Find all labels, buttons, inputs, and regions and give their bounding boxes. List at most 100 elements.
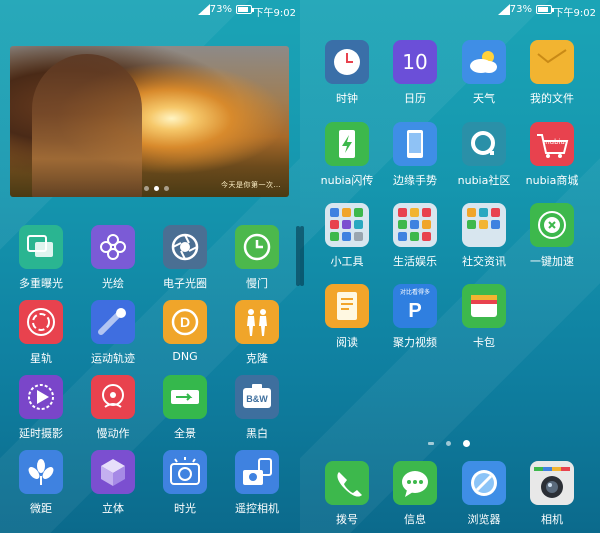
app-label: 小工具 [330,255,364,268]
app-dng[interactable]: D DNG [149,300,221,363]
app-panorama[interactable]: 全景 [149,375,221,441]
app-black-white[interactable]: B&W 黑白 [221,375,293,441]
app-label: 卡包 [473,336,495,349]
app-macro[interactable]: 微距 [5,450,77,516]
calendar-date: 10 [402,50,428,74]
app-label: 阅读 [336,336,358,349]
app-multi-exposure[interactable]: 多重曝光 [5,225,77,291]
svg-text:D: D [180,314,190,330]
app-label: 聚力视频 [393,336,437,349]
app-time-lapse[interactable]: 延时摄影 [5,375,77,441]
app-time[interactable]: 时光 [149,450,221,516]
battery-percent: 73% [509,4,532,15]
page-dot [428,442,434,445]
app-motion-trail[interactable]: 运动轨迹 [77,300,149,366]
dng-icon: D [163,300,207,344]
page-indicator[interactable] [428,440,470,447]
dock-messages[interactable]: 信息 [379,461,451,527]
slow-motion-icon [91,375,135,419]
shop-icon: nubia [530,122,574,166]
phone-icon [325,461,369,505]
clone-icon [235,300,279,344]
app-boost[interactable]: 一键加速 [516,203,588,269]
app-label: 延时摄影 [19,427,63,440]
app-label: 遥控相机 [235,502,279,515]
browser-icon [462,461,506,505]
multi-exposure-icon [19,225,63,269]
life-folder-icon [393,203,437,247]
page-dot-active [463,440,470,447]
app-label: DNG [172,350,198,363]
dock-browser[interactable]: 浏览器 [448,461,520,527]
app-label: 拨号 [336,513,358,526]
home-screen-right: 73% 下午9:02 时钟 10 日历 天气 我的文件 nubia闪传 边缘手势… [300,0,600,533]
folder-icon [530,40,574,84]
app-pptv[interactable]: 对比看得多 P 聚力视频 [379,284,451,350]
community-icon [462,122,506,166]
app-label: 社交资讯 [462,255,506,268]
photo-dot [164,186,169,191]
app-star-trail[interactable]: 星轨 [5,300,77,366]
battery-icon [236,5,254,14]
status-bar: 73% 下午9:02 [300,0,600,20]
slow-shutter-icon [235,225,279,269]
photo-page-dots [144,186,169,191]
signal-icon [198,4,210,15]
app-shop[interactable]: nubia nubia商城 [516,122,588,188]
app-slow-motion[interactable]: 慢动作 [77,375,149,441]
app-edge-gesture[interactable]: 边缘手势 [379,122,451,188]
app-aperture[interactable]: 电子光圈 [149,225,221,291]
3d-icon [91,450,135,494]
dock-camera[interactable]: 相机 [516,461,588,527]
signal-icon [498,4,510,15]
photo-widget[interactable]: 今天是你第一次… [10,46,289,197]
app-label: 浏览器 [467,513,501,526]
app-calendar[interactable]: 10 日历 [379,40,451,106]
app-remote-camera[interactable]: 遥控相机 [221,450,293,516]
page-dot [446,441,451,446]
flash-transfer-icon [325,122,369,166]
photo-caption: 今天是你第一次… [221,181,281,189]
panorama-icon [163,375,207,419]
photo-subject [32,54,142,197]
app-wallet[interactable]: 卡包 [448,284,520,350]
edge-handle[interactable] [300,226,304,286]
app-label: 克隆 [246,352,268,365]
app-label: 天气 [473,92,495,105]
weather-icon [462,40,506,84]
app-reading[interactable]: 阅读 [311,284,383,350]
app-flash-transfer[interactable]: nubia闪传 [311,122,383,188]
time-icon [163,450,207,494]
tools-folder-icon [325,203,369,247]
app-label: 信息 [404,513,426,526]
boost-icon [530,203,574,247]
app-label: 微距 [30,502,52,515]
remote-camera-icon [235,450,279,494]
app-label: 慢动作 [96,427,130,440]
app-clone[interactable]: 克隆 [221,300,293,366]
app-clock[interactable]: 时钟 [311,40,383,106]
battery-icon [536,5,554,14]
app-my-files[interactable]: 我的文件 [516,40,588,106]
motion-trail-icon [91,300,135,344]
app-light-painting[interactable]: 光绘 [77,225,149,291]
time-lapse-icon [19,375,63,419]
svg-text:P: P [408,300,421,322]
app-label: 黑白 [246,427,268,440]
app-community[interactable]: nubia社区 [448,122,520,188]
folder-life[interactable]: 生活娱乐 [379,203,451,269]
app-label: 电子光圈 [163,277,207,290]
app-label: nubia商城 [525,174,579,187]
dock-phone[interactable]: 拨号 [311,461,383,527]
folder-social[interactable]: 社交资讯 [448,203,520,269]
edge-gesture-icon [393,122,437,166]
app-label: 时钟 [336,92,358,105]
app-weather[interactable]: 天气 [448,40,520,106]
folder-tools[interactable]: 小工具 [311,203,383,269]
app-slow-shutter[interactable]: 慢门 [221,225,293,291]
clock-time: 下午9:02 [253,8,296,19]
pptv-icon: 对比看得多 P [393,284,437,328]
app-label: 多重曝光 [19,277,63,290]
app-3d[interactable]: 立体 [77,450,149,516]
photo-dot [144,186,149,191]
